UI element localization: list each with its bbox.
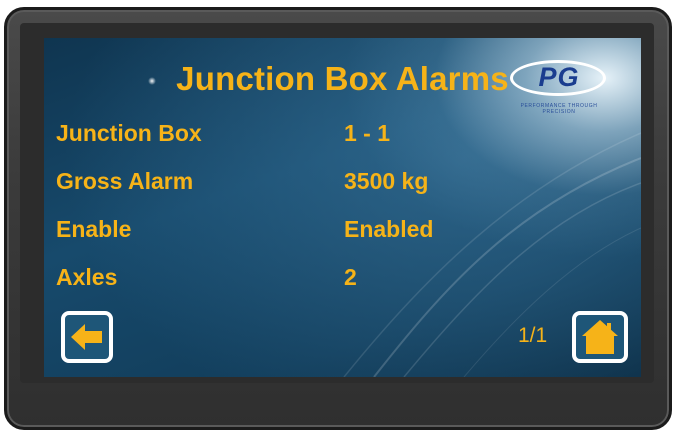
junction-box-value[interactable]: 1 - 1 (344, 120, 390, 147)
back-button[interactable] (61, 311, 113, 363)
logo-tagline: PERFORMANCE THROUGH PRECISION (520, 103, 598, 115)
junction-box-label: Junction Box (56, 120, 202, 146)
enable-label: Enable (56, 216, 132, 242)
page-indicator: 1/1 (518, 324, 548, 347)
gross-alarm-value[interactable]: 3500 kg (344, 168, 428, 195)
hmi-screen: Junction Box Alarms PG PERFORMANCE THROU… (44, 38, 641, 377)
axles-value[interactable]: 2 (344, 264, 357, 291)
arrow-left-icon (71, 324, 102, 350)
home-button[interactable] (572, 311, 628, 363)
vpg-logo: PG PERFORMANCE THROUGH PRECISION (504, 58, 614, 138)
gross-alarm-label: Gross Alarm (56, 168, 194, 194)
logo-text: PG (538, 62, 580, 92)
axles-label: Axles (56, 264, 118, 290)
home-icon (582, 320, 618, 354)
enable-value[interactable]: Enabled (344, 216, 433, 243)
